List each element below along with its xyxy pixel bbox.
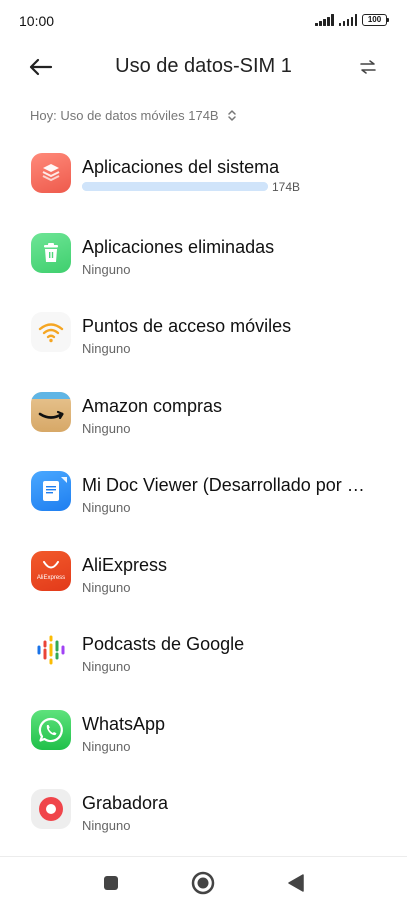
list-item-google-podcasts[interactable]: Podcasts de Google Ninguno xyxy=(0,617,407,697)
updown-chevron-icon xyxy=(227,109,237,122)
google-podcasts-icon xyxy=(31,630,71,670)
usage-value: 174B xyxy=(272,180,301,194)
data-period-selector[interactable]: Hoy: Uso de datos móviles 174B xyxy=(30,108,237,123)
home-button[interactable] xyxy=(190,870,216,896)
app-name: Amazon compras xyxy=(82,395,223,416)
app-name: Grabadora xyxy=(82,793,169,813)
triangle-back-icon xyxy=(288,874,304,892)
recorder-icon xyxy=(31,789,71,829)
usage-value: Ninguno xyxy=(82,818,131,833)
signal-icon xyxy=(315,14,334,26)
amazon-icon xyxy=(31,391,71,432)
list-item-recorder[interactable]: Grabadora Ninguno xyxy=(0,776,407,856)
battery-icon: 100 xyxy=(362,14,389,26)
usage-value: Ninguno xyxy=(82,341,131,356)
app-name: Mi Doc Viewer (Desarrollado por WPS Offi… xyxy=(82,475,377,495)
list-item-whatsapp[interactable]: WhatsApp Ninguno xyxy=(0,697,407,777)
app-name: Puntos de acceso móviles xyxy=(82,316,292,336)
trash-icon xyxy=(31,232,71,273)
system-apps-icon xyxy=(31,153,71,193)
navigation-bar xyxy=(0,856,407,906)
app-name: Aplicaciones del sistema xyxy=(82,157,280,177)
status-time: 10:00 xyxy=(19,13,55,29)
app-name: Podcasts de Google xyxy=(82,634,245,654)
app-name: Aplicaciones eliminadas xyxy=(82,236,275,257)
swap-arrows-icon xyxy=(360,60,376,74)
usage-value: Ninguno xyxy=(82,659,131,674)
wifi-hotspot-icon xyxy=(31,312,71,352)
usage-bar xyxy=(82,182,268,191)
list-item-aliexpress[interactable]: AliExpress AliExpress Ninguno xyxy=(0,538,407,618)
list-item-amazon[interactable]: Amazon compras Ninguno xyxy=(0,379,407,459)
whatsapp-icon xyxy=(31,709,71,750)
square-icon xyxy=(104,876,118,890)
usage-bar-fill xyxy=(82,182,268,191)
usage-value: Ninguno xyxy=(82,261,131,277)
list-item-system-apps[interactable]: Aplicaciones del sistema 174B xyxy=(0,140,407,220)
aliexpress-icon: AliExpress xyxy=(31,550,71,591)
status-icons: 100 xyxy=(315,14,389,26)
list-item-mi-doc-viewer[interactable]: Mi Doc Viewer (Desarrollado por WPS Offi… xyxy=(0,458,407,538)
list-item-hotspot[interactable]: Puntos de acceso móviles Ninguno xyxy=(0,299,407,379)
usage-value: Ninguno xyxy=(82,579,131,595)
nav-back-button[interactable] xyxy=(283,870,309,896)
signal-icon xyxy=(338,14,357,26)
usage-value: Ninguno xyxy=(82,738,131,754)
status-bar: 10:00 100 xyxy=(0,0,407,42)
usage-value: Ninguno xyxy=(82,420,131,436)
switch-sim-button[interactable] xyxy=(353,52,383,82)
usage-value: Ninguno xyxy=(82,500,131,515)
page-title: Uso de datos-SIM 1 xyxy=(115,55,292,77)
data-period-label: Hoy: Uso de datos móviles 174B xyxy=(30,108,219,123)
app-usage-list: Aplicaciones del sistema 174B Aplicacion… xyxy=(0,140,407,856)
header: Uso de datos-SIM 1 xyxy=(0,42,407,92)
list-item-deleted-apps[interactable]: Aplicaciones eliminadas Ninguno xyxy=(0,220,407,300)
document-viewer-icon xyxy=(31,471,71,511)
aliexpress-icon-text: AliExpress xyxy=(36,574,66,581)
app-name: WhatsApp xyxy=(82,713,166,734)
circle-icon xyxy=(191,871,215,895)
recents-button[interactable] xyxy=(98,870,124,896)
app-name: AliExpress xyxy=(82,554,168,575)
